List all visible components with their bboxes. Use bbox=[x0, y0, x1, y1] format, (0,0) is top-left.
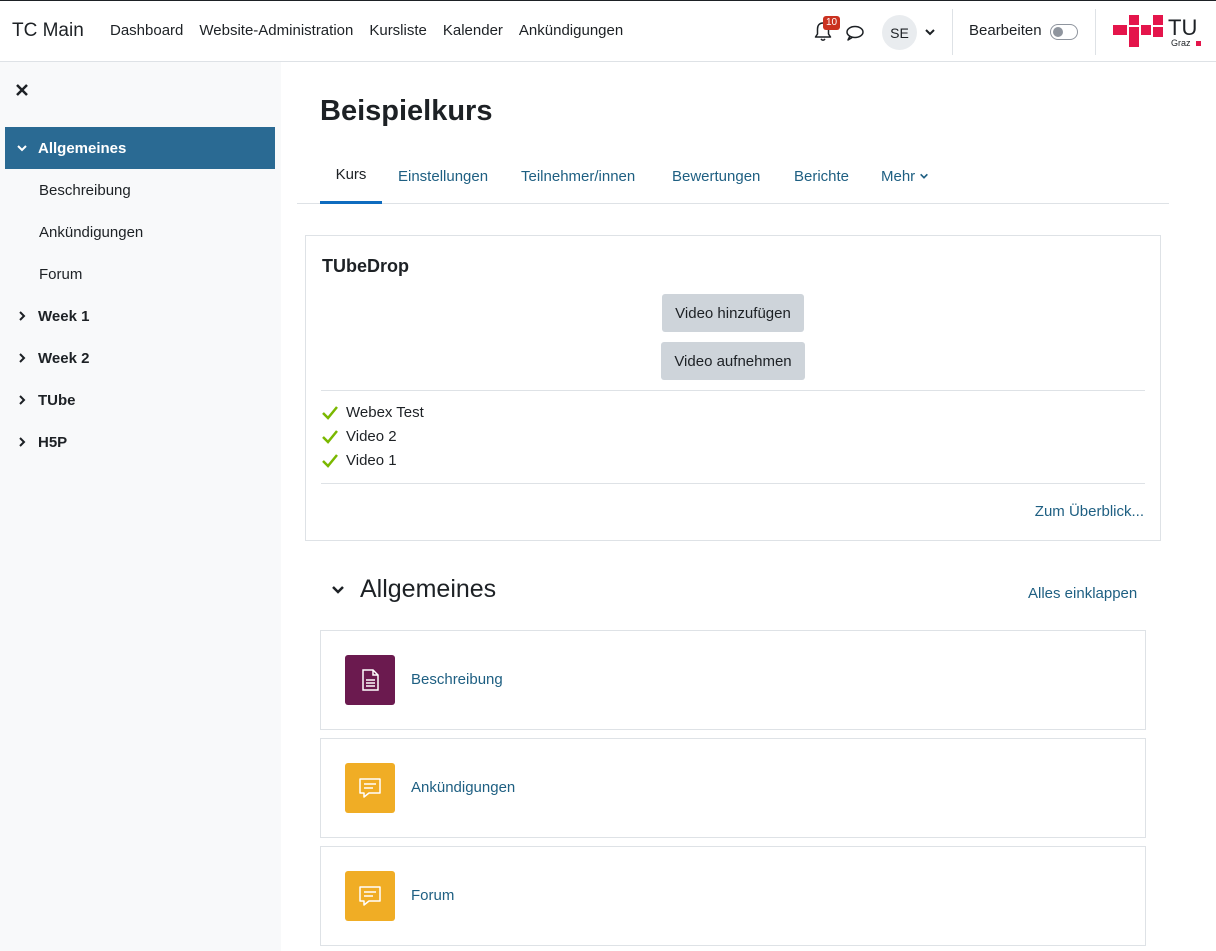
record-video-button[interactable]: Video aufnehmen bbox=[661, 342, 805, 380]
section-title[interactable]: Allgemeines bbox=[360, 575, 496, 604]
checkmark-icon bbox=[322, 429, 338, 444]
overview-link[interactable]: Zum Überblick... bbox=[1035, 503, 1144, 520]
tab-mehr[interactable]: Mehr bbox=[881, 148, 929, 204]
drawer-section-tube[interactable]: TUbe bbox=[5, 379, 275, 421]
video-title: Webex Test bbox=[346, 404, 424, 421]
drawer-section-week-1[interactable]: Week 1 bbox=[5, 295, 275, 337]
primary-navigation: Dashboard Website-Administration Kurslis… bbox=[110, 22, 623, 39]
navbar-divider bbox=[1095, 9, 1096, 55]
collapse-all-link[interactable]: Alles einklappen bbox=[1028, 585, 1137, 602]
drawer-item-label: Week 2 bbox=[38, 349, 90, 367]
chevron-right-icon[interactable] bbox=[16, 436, 28, 448]
chevron-right-icon[interactable] bbox=[16, 310, 28, 322]
chevron-down-icon[interactable] bbox=[16, 142, 28, 154]
activity-item-beschreibung[interactable]: Beschreibung bbox=[320, 630, 1146, 730]
tubedrop-block: TUbeDrop Video hinzufügen Video aufnehme… bbox=[305, 235, 1161, 541]
user-avatar[interactable]: SE bbox=[882, 15, 917, 50]
tu-graz-logo[interactable]: TU Graz bbox=[1113, 15, 1203, 49]
drawer-section-allgemeines[interactable]: Allgemeines bbox=[5, 127, 275, 169]
tab-einstellungen[interactable]: Einstellungen bbox=[398, 148, 488, 204]
activity-name[interactable]: Ankündigungen bbox=[411, 779, 515, 796]
chevron-down-icon[interactable] bbox=[330, 582, 346, 598]
drawer-section-week-2[interactable]: Week 2 bbox=[5, 337, 275, 379]
video-title: Video 1 bbox=[346, 452, 397, 469]
add-video-button[interactable]: Video hinzufügen bbox=[662, 294, 804, 332]
drawer-section-h5p[interactable]: H5P bbox=[5, 421, 275, 463]
top-navbar: TC Main Dashboard Website-Administration… bbox=[0, 0, 1216, 62]
video-list-item[interactable]: Webex Test bbox=[322, 404, 424, 421]
tab-berichte[interactable]: Berichte bbox=[794, 148, 849, 204]
activity-item-forum[interactable]: Forum bbox=[320, 846, 1146, 946]
edit-mode-label: Bearbeiten bbox=[969, 22, 1042, 39]
drawer-item-label: TUbe bbox=[38, 391, 76, 409]
navbar-divider bbox=[952, 9, 953, 55]
block-divider bbox=[321, 390, 1145, 391]
course-secondary-navigation: Kurs Einstellungen Teilnehmer/innen Bewe… bbox=[297, 148, 1169, 204]
svg-text:TU: TU bbox=[1168, 15, 1197, 40]
drawer-item-label: Ankündigungen bbox=[39, 223, 144, 241]
nav-link-calendar[interactable]: Kalender bbox=[443, 22, 503, 39]
block-divider bbox=[321, 483, 1145, 484]
activity-item-ankuendigungen[interactable]: Ankündigungen bbox=[320, 738, 1146, 838]
activity-name[interactable]: Forum bbox=[411, 887, 454, 904]
drawer-item-ankuendigungen[interactable]: Ankündigungen bbox=[5, 211, 275, 253]
video-list-item[interactable]: Video 1 bbox=[322, 452, 397, 469]
video-list-item[interactable]: Video 2 bbox=[322, 428, 397, 445]
notification-count-badge: 10 bbox=[823, 16, 841, 30]
drawer-item-label: Week 1 bbox=[38, 307, 90, 325]
nav-link-site-admin[interactable]: Website-Administration bbox=[199, 22, 353, 39]
checkmark-icon bbox=[322, 405, 338, 420]
drawer-item-label: Forum bbox=[39, 265, 83, 283]
chevron-down-icon bbox=[920, 173, 929, 179]
video-title: Video 2 bbox=[346, 428, 397, 445]
nav-link-dashboard[interactable]: Dashboard bbox=[110, 22, 183, 39]
drawer-item-label: Allgemeines bbox=[38, 139, 127, 157]
drawer-item-label: Beschreibung bbox=[39, 181, 131, 199]
forum-icon bbox=[345, 763, 395, 813]
close-icon[interactable] bbox=[15, 83, 29, 97]
chevron-right-icon[interactable] bbox=[16, 394, 28, 406]
tab-kurs[interactable]: Kurs bbox=[320, 148, 382, 204]
checkmark-icon bbox=[322, 453, 338, 468]
site-name[interactable]: TC Main bbox=[12, 20, 84, 42]
nav-link-course-list[interactable]: Kursliste bbox=[369, 22, 427, 39]
page-icon bbox=[345, 655, 395, 705]
page-title: Beispielkurs bbox=[320, 95, 493, 127]
chat-bubble-icon[interactable] bbox=[845, 23, 865, 43]
tab-mehr-label: Mehr bbox=[881, 167, 916, 185]
course-index-drawer: Allgemeines Beschreibung Ankündigungen F… bbox=[0, 62, 281, 951]
chevron-down-icon[interactable] bbox=[924, 26, 936, 38]
block-title: TUbeDrop bbox=[322, 256, 409, 276]
tab-bewertungen[interactable]: Bewertungen bbox=[672, 148, 760, 204]
section-header: Allgemeines bbox=[330, 575, 496, 604]
chevron-right-icon[interactable] bbox=[16, 352, 28, 364]
drawer-item-beschreibung[interactable]: Beschreibung bbox=[5, 169, 275, 211]
forum-icon bbox=[345, 871, 395, 921]
drawer-item-forum[interactable]: Forum bbox=[5, 253, 275, 295]
edit-mode-toggle[interactable] bbox=[1050, 24, 1078, 40]
nav-link-announcements[interactable]: Ankündigungen bbox=[519, 22, 623, 39]
activity-name[interactable]: Beschreibung bbox=[411, 671, 503, 688]
tab-teilnehmer[interactable]: Teilnehmer/innen bbox=[521, 148, 635, 204]
drawer-item-label: H5P bbox=[38, 433, 68, 451]
svg-text:Graz: Graz bbox=[1171, 38, 1191, 48]
